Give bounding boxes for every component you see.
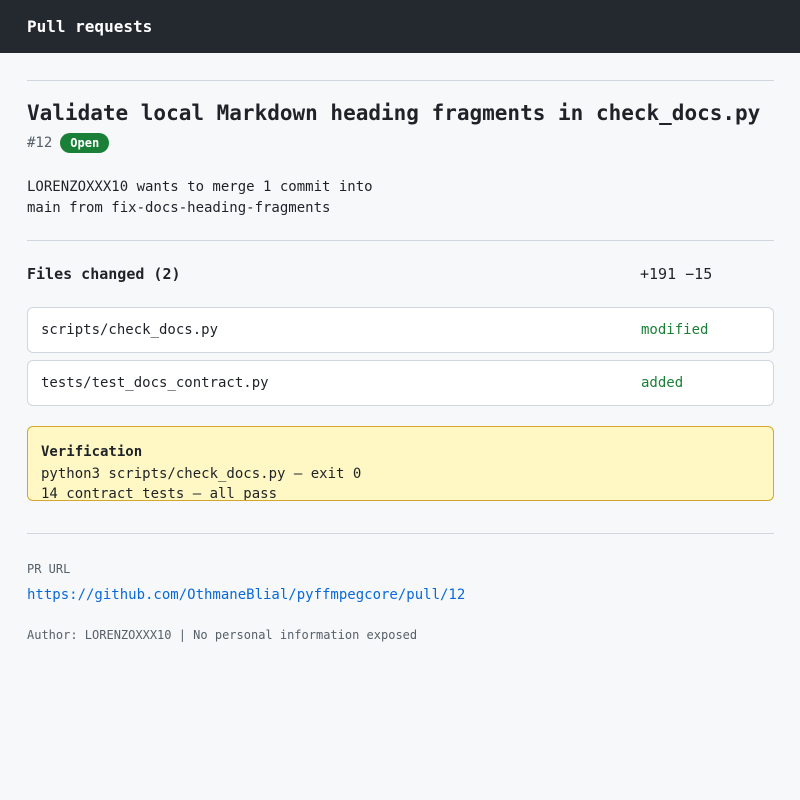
verification-line: 14 contract tests — all pass bbox=[41, 486, 278, 501]
file-path[interactable]: scripts/check_docs.py bbox=[41, 322, 218, 338]
merge-description: LORENZOXXX10 wants to merge 1 commit int… bbox=[27, 177, 373, 219]
pr-title: Validate local Markdown heading fragment… bbox=[27, 101, 761, 125]
file-status: added bbox=[641, 375, 684, 391]
merge-line: LORENZOXXX10 wants to merge 1 commit int… bbox=[27, 179, 373, 195]
divider bbox=[27, 80, 774, 81]
pr-url-link[interactable]: https://github.com/OthmaneBlial/pyffmpeg… bbox=[27, 587, 465, 603]
verification-title: Verification bbox=[41, 444, 143, 460]
file-status: modified bbox=[641, 322, 709, 338]
merge-line: main from fix-docs-heading-fragments bbox=[27, 200, 331, 216]
divider bbox=[27, 533, 774, 534]
file-row[interactable]: tests/test_docs_contract.py added bbox=[27, 360, 774, 406]
pr-number: #12 bbox=[27, 135, 53, 151]
pr-meta: #12 Open bbox=[27, 133, 110, 153]
divider bbox=[27, 240, 774, 241]
author-note: Author: LORENZOXXX10 | No personal infor… bbox=[27, 628, 418, 642]
status-badge: Open bbox=[60, 133, 110, 153]
files-changed-title[interactable]: Files changed (2) bbox=[27, 265, 181, 283]
top-bar-title[interactable]: Pull requests bbox=[27, 17, 152, 36]
diffstat: +191 −15 bbox=[640, 265, 713, 283]
file-row[interactable]: scripts/check_docs.py modified bbox=[27, 307, 774, 353]
verification-box: Verification python3 scripts/check_docs.… bbox=[27, 426, 774, 501]
files-changed-header: Files changed (2) +191 −15 bbox=[27, 265, 774, 283]
verification-line: python3 scripts/check_docs.py — exit 0 bbox=[41, 466, 362, 482]
pr-url-label: PR URL bbox=[27, 562, 71, 576]
top-bar: Pull requests bbox=[0, 0, 800, 53]
file-path[interactable]: tests/test_docs_contract.py bbox=[41, 375, 269, 391]
